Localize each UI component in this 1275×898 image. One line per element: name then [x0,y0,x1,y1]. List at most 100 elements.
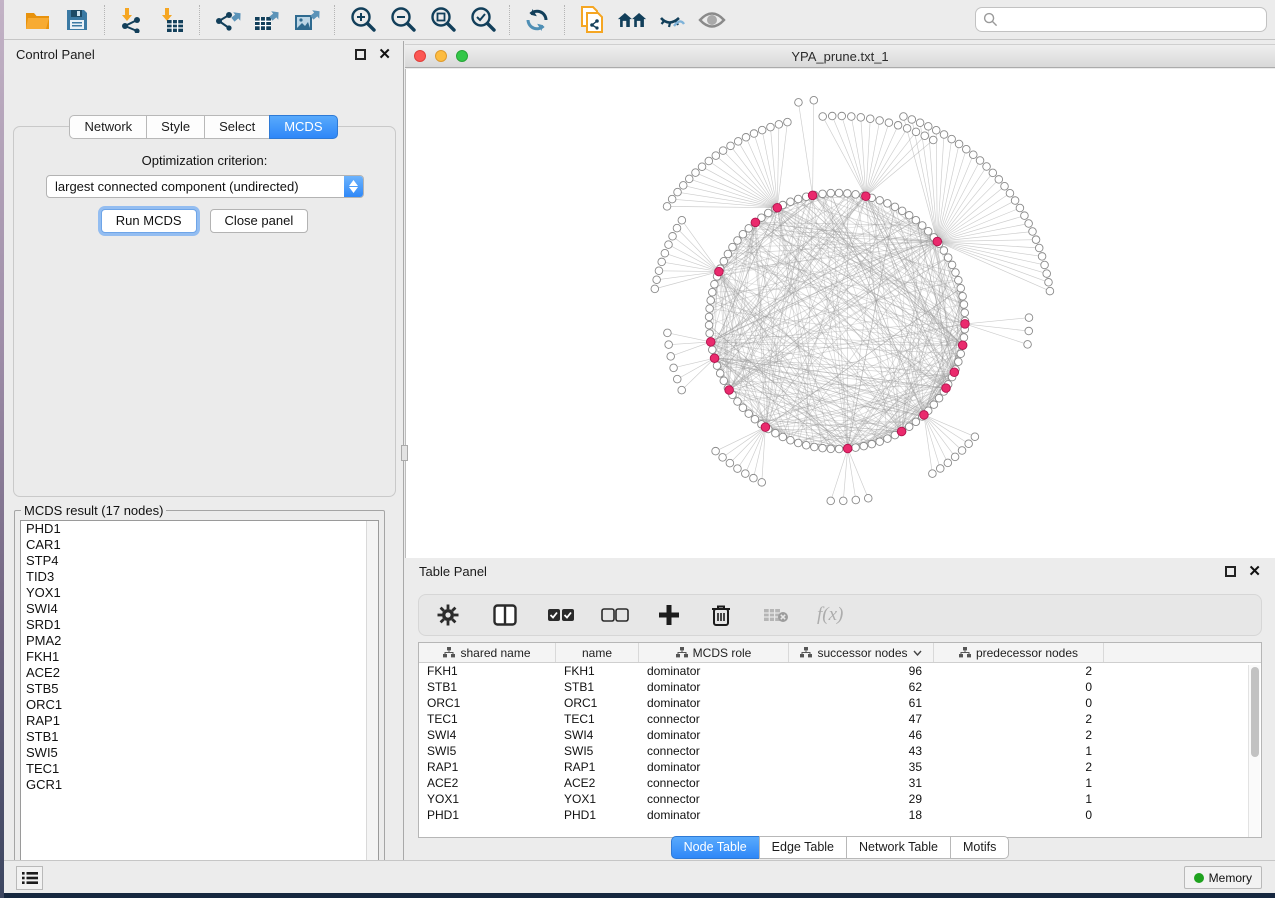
export-table-icon[interactable] [252,5,282,35]
result-item[interactable]: STB5 [21,681,378,697]
settings-gear-icon[interactable] [437,604,459,626]
column-header-name[interactable]: name [556,643,639,662]
cell-role: dominator [639,663,789,679]
tab-style[interactable]: Style [146,115,204,139]
table-row[interactable]: SWI5SWI5connector431 [419,743,1261,759]
result-item[interactable]: CAR1 [21,537,378,553]
toolbar-separator [104,5,105,35]
table-row[interactable]: RAP1RAP1dominator352 [419,759,1261,775]
cell-name: YOX1 [556,791,639,807]
result-item[interactable]: ACE2 [21,665,378,681]
save-session-icon[interactable] [62,5,92,35]
table-panel-title: Table Panel [419,564,487,579]
zoom-selected-icon[interactable] [467,5,497,35]
export-network-icon[interactable] [212,5,242,35]
tab-node-table[interactable]: Node Table [671,836,759,859]
table-scrollbar-thumb[interactable] [1251,667,1259,757]
close-panel-button[interactable]: Close panel [210,209,309,233]
mcds-result-list[interactable]: PHD1CAR1STP4TID3YOX1SWI4SRD1PMA2FKH1ACE2… [20,520,379,870]
zoom-group [337,5,507,35]
result-item[interactable]: TID3 [21,569,378,585]
close-window-icon[interactable] [414,50,426,62]
cell-pred: 1 [934,743,1104,759]
run-mcds-button[interactable]: Run MCDS [101,209,197,233]
clone-network-icon[interactable] [577,5,607,35]
cell-name: TEC1 [556,711,639,727]
close-table-panel-icon[interactable]: ✕ [1248,566,1261,577]
network-view[interactable] [405,69,1275,558]
float-table-panel-icon[interactable] [1225,566,1236,577]
select-all-icon[interactable] [547,608,575,622]
task-history-button[interactable] [16,866,43,890]
optimization-criterion-label: Optimization criterion: [14,153,395,168]
deselect-all-icon[interactable] [601,608,629,622]
table-row[interactable]: SWI4SWI4dominator462 [419,727,1261,743]
cell-role: connector [639,775,789,791]
zoom-fit-icon[interactable] [427,5,457,35]
table-row[interactable]: STB1STB1dominator620 [419,679,1261,695]
result-item[interactable]: ORC1 [21,697,378,713]
result-item[interactable]: PMA2 [21,633,378,649]
control-panel-tabs: NetworkStyleSelectMCDS [4,115,403,139]
export-image-icon[interactable] [292,5,322,35]
memory-button[interactable]: Memory [1184,866,1262,889]
close-panel-icon[interactable]: ✕ [378,49,391,60]
tab-mcds[interactable]: MCDS [269,115,337,139]
table-row[interactable]: TEC1TEC1connector472 [419,711,1261,727]
cell-pred: 2 [934,711,1104,727]
table-row[interactable]: FKH1FKH1dominator962 [419,663,1261,679]
add-column-icon[interactable] [659,605,679,625]
hide-selected-icon[interactable] [657,5,687,35]
table-row[interactable]: PHD1PHD1dominator180 [419,807,1261,823]
delete-column-icon[interactable] [711,604,731,626]
node-table[interactable]: shared namenameMCDS rolesuccessor nodesp… [418,642,1262,838]
column-layout-icon[interactable] [493,604,517,626]
search-box[interactable] [975,7,1267,32]
table-scrollbar[interactable] [1248,665,1260,837]
toolbar-separator [564,5,565,35]
refresh-icon[interactable] [522,5,552,35]
table-row[interactable]: YOX1YOX1connector291 [419,791,1261,807]
result-item[interactable]: FKH1 [21,649,378,665]
import-network-icon[interactable] [117,5,147,35]
column-header-MCDS-role[interactable]: MCDS role [639,643,789,662]
cell-pred: 1 [934,775,1104,791]
tab-edge-table[interactable]: Edge Table [759,836,846,859]
result-item[interactable]: PHD1 [21,521,378,537]
column-header-predecessor-nodes[interactable]: predecessor nodes [934,643,1104,662]
result-item[interactable]: SWI4 [21,601,378,617]
zoom-in-icon[interactable] [347,5,377,35]
result-item[interactable]: RAP1 [21,713,378,729]
result-item[interactable]: SRD1 [21,617,378,633]
column-header-successor-nodes[interactable]: successor nodes [789,643,934,662]
result-item[interactable]: SWI5 [21,745,378,761]
optimization-criterion-select[interactable]: largest connected component (undirected) [46,175,364,198]
float-panel-icon[interactable] [355,49,366,60]
result-item[interactable]: TEC1 [21,761,378,777]
open-file-icon[interactable] [22,5,52,35]
column-header-shared-name[interactable]: shared name [419,643,556,662]
tab-network[interactable]: Network [69,115,146,139]
table-row[interactable]: ACE2ACE2connector311 [419,775,1261,791]
network-window-titlebar[interactable]: YPA_prune.txt_1 [405,44,1275,68]
search-input[interactable] [1003,13,1259,27]
show-hidden-icon[interactable] [697,5,727,35]
maximize-window-icon[interactable] [456,50,468,62]
show-all-networks-icon[interactable] [617,5,647,35]
import-group [107,5,197,35]
result-item[interactable]: YOX1 [21,585,378,601]
minimize-window-icon[interactable] [435,50,447,62]
mcds-list-scrollbar[interactable] [366,521,378,869]
cell-shared_name: TEC1 [419,711,556,727]
control-panel: Control Panel ✕ NetworkStyleSelectMCDS O… [4,41,404,860]
import-table-icon[interactable] [157,5,187,35]
table-row[interactable]: ORC1ORC1dominator610 [419,695,1261,711]
result-item[interactable]: GCR1 [21,777,378,793]
result-item[interactable]: STB1 [21,729,378,745]
tab-select[interactable]: Select [204,115,269,139]
result-item[interactable]: STP4 [21,553,378,569]
tab-network-table[interactable]: Network Table [846,836,950,859]
tab-motifs[interactable]: Motifs [950,836,1009,859]
zoom-out-icon[interactable] [387,5,417,35]
vertical-divider-handle[interactable] [401,445,408,461]
